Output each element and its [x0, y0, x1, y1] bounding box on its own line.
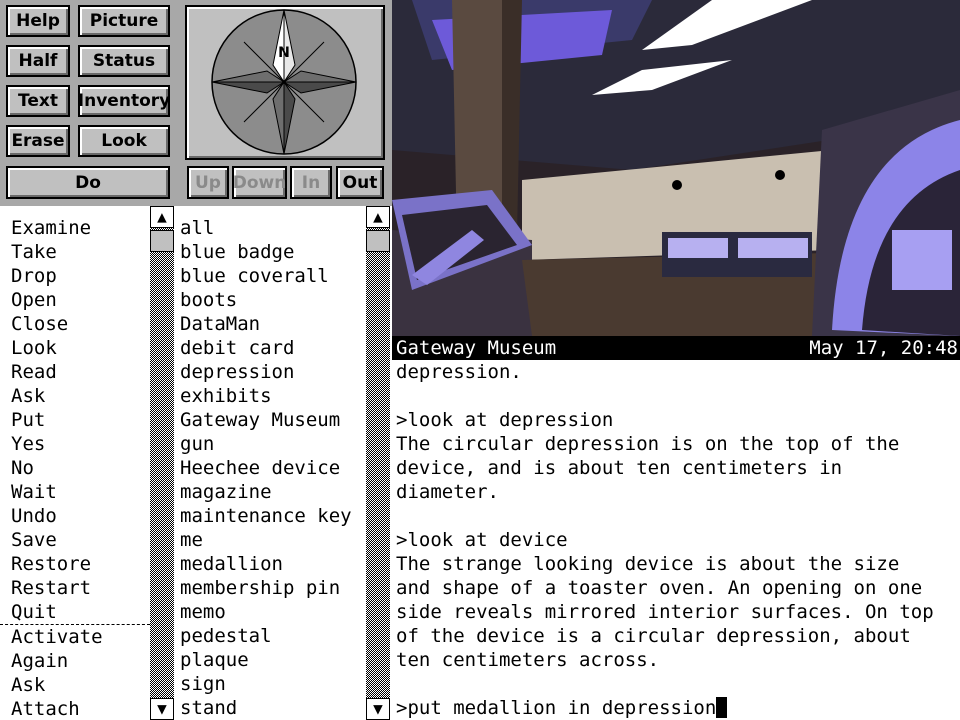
in-button[interactable]: In [290, 166, 332, 199]
transcript: depression. >look at depression The circul… [392, 360, 960, 720]
verb-item[interactable]: No [0, 456, 150, 480]
verb-item[interactable]: Save [0, 528, 150, 552]
scroll-up-icon[interactable]: ▲ [366, 206, 390, 228]
scroll-thumb[interactable] [366, 230, 390, 252]
verb-list[interactable]: Examine Take Drop Open Close Look Read Ask Put Ye… [0, 206, 150, 720]
noun-item[interactable]: me [174, 528, 366, 552]
verb-item[interactable]: Quit [0, 600, 150, 624]
half-button[interactable]: Half [6, 45, 70, 77]
scroll-down-icon[interactable]: ▼ [366, 698, 390, 720]
transcript-line: >look at depression [396, 409, 614, 431]
scroll-down-icon[interactable]: ▼ [150, 698, 174, 720]
verb-item[interactable]: Read [0, 360, 150, 384]
compass-north-label: N [278, 45, 290, 61]
verb-item[interactable]: Close [0, 312, 150, 336]
noun-item[interactable]: all [174, 216, 366, 240]
noun-item[interactable]: magazine [174, 480, 366, 504]
help-button[interactable]: Help [6, 5, 70, 37]
look-button[interactable]: Look [78, 125, 170, 157]
command-text: >put medallion in depression [396, 697, 717, 719]
transcript-line: side reveals mirrored interior surfaces.… [396, 601, 934, 623]
transcript-line: depression. [396, 361, 522, 383]
verb-scrollbar[interactable]: ▲ ▼ [150, 206, 174, 720]
verb-item[interactable]: Ask [0, 673, 150, 697]
noun-item[interactable]: DataMan [174, 312, 366, 336]
noun-item[interactable]: Gateway Museum [174, 408, 366, 432]
transcript-line: diameter. [396, 481, 499, 503]
noun-item[interactable]: blue badge [174, 240, 366, 264]
verb-item[interactable]: Look [0, 336, 150, 360]
verb-item[interactable]: Open [0, 288, 150, 312]
inventory-button[interactable]: Inventory [78, 85, 170, 117]
noun-list[interactable]: all blue badge blue coverall boots DataMan de… [174, 206, 366, 720]
control-panel: Help Picture Half Status Text Inventory … [0, 0, 392, 206]
transcript-line: The strange looking device is about the … [396, 553, 900, 575]
verb-item[interactable]: Yes [0, 432, 150, 456]
verb-item[interactable]: Drop [0, 264, 150, 288]
noun-item[interactable]: maintenance key [174, 504, 366, 528]
transcript-line: >look at device [396, 529, 568, 551]
status-bar: Gateway Museum May 17, 20:48 [392, 336, 960, 360]
noun-item[interactable]: medallion [174, 552, 366, 576]
noun-scrollbar[interactable]: ▲ ▼ [366, 206, 390, 720]
verb-item[interactable]: Activate [0, 625, 150, 649]
noun-item[interactable]: stand [174, 696, 366, 720]
noun-item[interactable]: plaque [174, 648, 366, 672]
noun-item[interactable]: debit card [174, 336, 366, 360]
text-button[interactable]: Text [6, 85, 70, 117]
erase-button[interactable]: Erase [6, 125, 70, 157]
transcript-line [392, 384, 960, 408]
scroll-thumb[interactable] [150, 230, 174, 252]
verb-item[interactable]: Put [0, 408, 150, 432]
noun-item[interactable]: pedestal [174, 624, 366, 648]
picture-button[interactable]: Picture [78, 5, 170, 37]
transcript-line [392, 504, 960, 528]
verb-item[interactable]: Again [0, 649, 150, 673]
noun-item[interactable]: boots [174, 288, 366, 312]
noun-item[interactable]: exhibits [174, 384, 366, 408]
transcript-line: of the device is a circular depression, … [396, 625, 911, 647]
noun-item[interactable]: memo [174, 600, 366, 624]
transcript-line: The circular depression is on the top of… [396, 433, 900, 455]
noun-item[interactable]: membership pin [174, 576, 366, 600]
up-button[interactable]: Up [187, 166, 229, 199]
noun-item[interactable]: depression [174, 360, 366, 384]
compass-rose-icon[interactable]: N [187, 7, 383, 158]
text-cursor [716, 697, 728, 718]
scroll-up-icon[interactable]: ▲ [150, 206, 174, 228]
verb-item[interactable]: Restore [0, 552, 150, 576]
location-label: Gateway Museum [396, 337, 557, 359]
transcript-line: and shape of a toaster oven. An opening … [396, 577, 923, 599]
do-button[interactable]: Do [6, 166, 170, 199]
out-button[interactable]: Out [336, 166, 384, 199]
transcript-line: ten centimeters across. [396, 649, 660, 671]
compass[interactable]: N [185, 5, 385, 160]
scene-picture [392, 0, 960, 336]
verb-item[interactable]: Restart [0, 576, 150, 600]
transcript-line [392, 672, 960, 696]
verb-item[interactable]: Undo [0, 504, 150, 528]
noun-item[interactable]: gun [174, 432, 366, 456]
verb-item[interactable]: Examine [0, 216, 150, 240]
verb-item[interactable]: Wait [0, 480, 150, 504]
verb-item[interactable]: Attach [0, 697, 150, 720]
status-button[interactable]: Status [78, 45, 170, 77]
verb-item[interactable]: Ask [0, 384, 150, 408]
datetime-label: May 17, 20:48 [809, 337, 958, 359]
noun-item[interactable]: blue coverall [174, 264, 366, 288]
command-input[interactable]: >put medallion in depression [392, 696, 960, 720]
down-button[interactable]: Down [232, 166, 287, 199]
noun-item[interactable]: Heechee device [174, 456, 366, 480]
verb-item[interactable]: Take [0, 240, 150, 264]
transcript-line: device, and is about ten centimeters in [396, 457, 843, 479]
noun-item[interactable]: sign [174, 672, 366, 696]
